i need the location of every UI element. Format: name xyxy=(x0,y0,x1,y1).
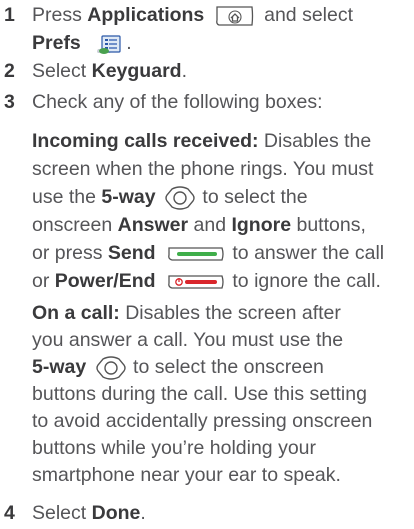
option-title: On a call: xyxy=(32,302,120,324)
send-key-icon xyxy=(167,245,225,263)
step-number: 4 xyxy=(4,502,15,524)
applications-label: Applications xyxy=(87,4,205,26)
done-label: Done xyxy=(91,502,141,524)
prefs-app-icon xyxy=(96,33,124,55)
option-on-a-call: On a call: Disables the screen after you… xyxy=(32,302,373,486)
step-1-line-2: Prefs . xyxy=(32,32,132,55)
step-1-line-1: Press Applications and select xyxy=(32,4,354,28)
step-number: 2 xyxy=(4,60,15,82)
step-4-text: Select Done. xyxy=(32,502,146,524)
prefs-label: Prefs xyxy=(32,32,81,54)
option-title: Incoming calls received: xyxy=(32,130,259,152)
five-way-navigator-icon xyxy=(165,186,195,210)
option-incoming-calls: Incoming calls received: Disables the sc… xyxy=(32,130,385,292)
home-key-icon xyxy=(215,4,255,28)
keyguard-label: Keyguard xyxy=(91,60,182,82)
step-number: 1 xyxy=(4,4,15,26)
step-number: 3 xyxy=(4,91,15,113)
five-way-navigator-icon xyxy=(95,356,126,380)
power-end-key-icon xyxy=(167,273,225,291)
step-2-text: Select Keyguard. xyxy=(32,60,187,82)
step-3-text: Check any of the following boxes: xyxy=(32,91,323,113)
